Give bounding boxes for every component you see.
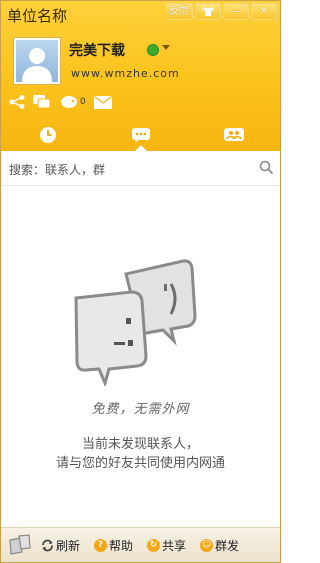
broadcast-button[interactable]: ☺ 群发 (200, 537, 239, 554)
app-window: 单位名称 反馈 — ✕ 完美下载 www.wmzhe.com 0 搜索：联系人，… (0, 0, 281, 563)
help-icon: ? (94, 539, 108, 552)
share-files-icon: ↻ (147, 539, 161, 552)
group-icon (223, 127, 244, 141)
share-label: 共享 (162, 539, 187, 553)
close-button[interactable]: ✕ (251, 3, 277, 20)
tab-group[interactable] (187, 119, 280, 151)
unread-count: 0 (80, 97, 86, 107)
refresh-button[interactable]: 刷新 (41, 537, 80, 554)
minimize-button[interactable]: — (223, 3, 249, 20)
refresh-icon (42, 539, 53, 552)
skin-button[interactable] (195, 3, 221, 20)
refresh-label: 刷新 (56, 539, 81, 553)
online-status-icon[interactable] (147, 44, 159, 56)
window-title: 单位名称 (7, 7, 68, 25)
search-icon[interactable] (259, 160, 274, 175)
quick-actions: 0 (9, 95, 112, 109)
share-icon[interactable] (9, 95, 25, 109)
search-bar[interactable]: 搜索：联系人，群 (1, 151, 280, 186)
pig-icon[interactable] (59, 95, 79, 109)
tab-recent[interactable] (1, 119, 94, 151)
avatar[interactable] (13, 37, 61, 85)
signature: www.wmzhe.com (71, 67, 180, 80)
empty-state-line-1: 当前未发现联系人， (81, 437, 199, 452)
share-button[interactable]: ↻ 共享 (147, 537, 186, 554)
status-dropdown-icon[interactable] (162, 45, 170, 50)
clock-icon (39, 127, 56, 143)
empty-state-title: 免费，无需外网 (91, 402, 190, 417)
help-label: 帮助 (109, 539, 134, 553)
search-input[interactable]: 搜索：联系人，群 (9, 161, 105, 178)
header-panel: 单位名称 反馈 — ✕ 完美下载 www.wmzhe.com 0 (1, 1, 280, 151)
chat-icon (131, 127, 150, 143)
bottom-toolbar: 刷新 ? 帮助 ↻ 共享 ☺ 群发 (1, 527, 280, 562)
broadcast-icon: ☺ (200, 539, 214, 552)
window-controls: 反馈 — ✕ (165, 3, 277, 20)
tshirt-icon (202, 7, 214, 16)
main-tabs (1, 119, 280, 151)
empty-state-line-2: 请与您的好友共同使用内网通 (55, 456, 225, 471)
user-silhouette-icon (22, 48, 52, 82)
broadcast-label: 群发 (215, 539, 240, 553)
nickname: 完美下载 (69, 43, 125, 59)
tab-chat[interactable] (94, 119, 187, 151)
feedback-button[interactable]: 反馈 (165, 3, 193, 20)
help-button[interactable]: ? 帮助 (94, 537, 133, 554)
empty-state-description: 当前未发现联系人， 请与您的好友共同使用内网通 (1, 435, 280, 473)
empty-chat-cubes-illustration (74, 259, 197, 386)
messages-icon[interactable] (33, 95, 51, 109)
cube-logo-icon[interactable] (7, 533, 33, 558)
mail-icon[interactable] (93, 95, 112, 109)
